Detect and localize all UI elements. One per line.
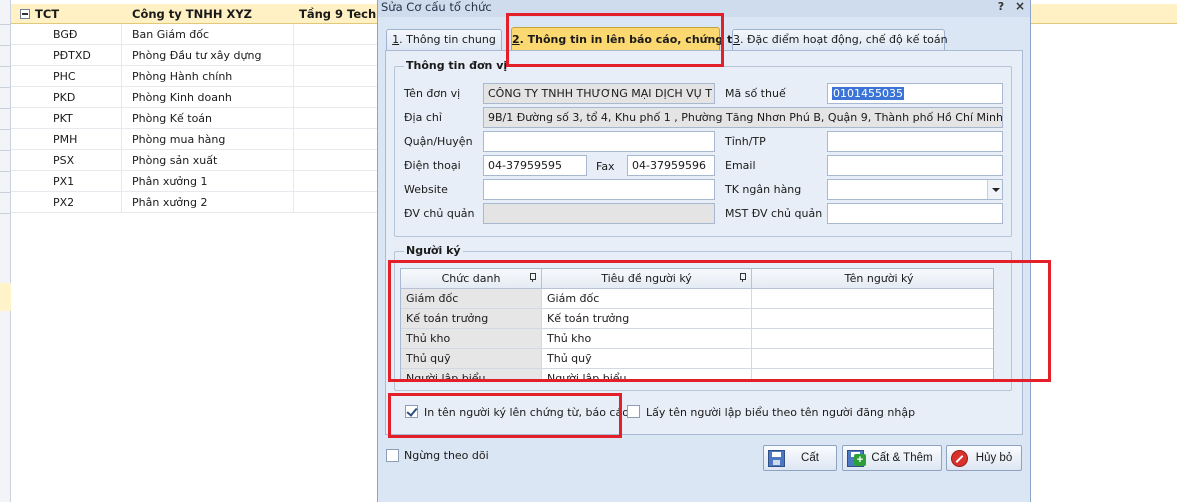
save-icon xyxy=(768,450,785,467)
district-field[interactable] xyxy=(483,131,715,152)
row-name: Ban Giám đốc xyxy=(132,28,210,41)
root-code: TCT xyxy=(35,7,60,21)
collapse-icon[interactable] xyxy=(20,9,30,19)
table-row[interactable]: PKD Phòng Kinh doanh xyxy=(11,87,377,108)
website-label: Website xyxy=(404,183,448,196)
save-add-icon xyxy=(847,450,866,467)
row-code: PSX xyxy=(53,154,75,167)
signers-title: Người ký xyxy=(404,244,463,257)
table-row[interactable]: BGĐ Ban Giám đốc xyxy=(11,24,377,45)
province-field[interactable] xyxy=(827,131,1003,152)
save-and-add-button[interactable]: Cất & Thêm xyxy=(842,445,942,471)
table-row[interactable]: PKT Phòng Kế toán xyxy=(11,108,377,129)
row-name: Phòng Hành chính xyxy=(132,70,233,83)
chevron-down-icon[interactable] xyxy=(987,180,1002,199)
use-login-name-label[interactable]: Lấy tên người lập biểu theo tên người đă… xyxy=(646,406,915,420)
parent-unit-field[interactable] xyxy=(483,203,715,224)
tab-operating-features[interactable]: 3. Đặc điểm hoạt động, chế độ kế toán xyxy=(732,29,948,50)
table-row[interactable]: PX1 Phân xưởng 1 xyxy=(11,171,377,192)
tax-code-label: Mã số thuế xyxy=(725,87,786,100)
address-field[interactable]: 9B/1 Đường số 3, tổ 4, Khu phố 1 , Phườn… xyxy=(483,107,1003,128)
parent-tax-field[interactable] xyxy=(827,203,1003,224)
unit-info-group: Thông tin đơn vị Tên đơn vị CÔNG TY TNHH… xyxy=(394,59,1012,237)
table-row[interactable]: PX2 Phân xưởng 2 xyxy=(11,192,377,213)
tax-code-field[interactable]: 0101455035 xyxy=(827,83,1003,104)
row-name: Phòng mua hàng xyxy=(132,133,226,146)
row-name: Phân xưởng 2 xyxy=(132,196,208,209)
table-row[interactable]: PMH Phòng mua hàng xyxy=(11,129,377,150)
cancel-icon xyxy=(951,450,968,467)
email-label: Email xyxy=(725,159,756,172)
row-code: PMH xyxy=(53,133,78,146)
table-row[interactable]: PSX Phòng sản xuất xyxy=(11,150,377,171)
root-address: Tầng 9 Techno xyxy=(299,7,379,21)
row-name: Phòng Kế toán xyxy=(132,112,213,125)
phone-label: Điện thoại xyxy=(404,159,461,172)
help-icon[interactable]: ? xyxy=(995,0,1007,13)
highlight-box-signers xyxy=(388,260,1051,382)
parent-unit-label: ĐV chủ quản xyxy=(404,207,475,220)
dialog-title: Sửa Cơ cấu tổ chức xyxy=(381,0,492,14)
email-field[interactable] xyxy=(827,155,1003,176)
bank-account-combo[interactable] xyxy=(827,179,1003,200)
tab-general-info[interactable]: 1. Thông tin chung xyxy=(386,29,502,50)
fax-label: Fax xyxy=(596,160,615,173)
row-name: Phân xưởng 1 xyxy=(132,175,208,188)
table-row[interactable]: PĐTXD Phòng Đầu tư xây dựng xyxy=(11,45,377,66)
table-row[interactable]: PHC Phòng Hành chính xyxy=(11,66,377,87)
unit-name-label: Tên đơn vị xyxy=(404,87,461,100)
parent-tax-label: MST ĐV chủ quản xyxy=(725,207,823,220)
bank-account-label: TK ngân hàng xyxy=(725,183,802,196)
website-field[interactable] xyxy=(483,179,715,200)
row-code: PX1 xyxy=(53,175,75,188)
stop-tracking-label[interactable]: Ngừng theo dõi xyxy=(404,449,489,463)
root-name: Công ty TNHH XYZ xyxy=(132,7,253,21)
row-code: PKT xyxy=(53,112,73,125)
use-login-name-checkbox[interactable] xyxy=(627,405,640,418)
province-label: Tỉnh/TP xyxy=(725,135,766,148)
unit-name-field[interactable]: CÔNG TY TNHH THƯƠNG MẠI DỊCH VỤ T xyxy=(483,83,715,104)
highlight-box-tab xyxy=(506,13,724,67)
row-code: PX2 xyxy=(53,196,75,209)
phone-field[interactable]: 04-37959595 xyxy=(483,155,587,176)
close-icon[interactable]: × xyxy=(1014,0,1026,13)
row-code: PHC xyxy=(53,70,76,83)
address-label: Địa chỉ xyxy=(404,111,442,124)
row-code: PĐTXD xyxy=(53,49,91,62)
row-name: Phòng sản xuất xyxy=(132,154,218,167)
row-name: Phòng Đầu tư xây dựng xyxy=(132,49,262,62)
cancel-button[interactable]: Hủy bỏ xyxy=(946,445,1022,471)
row-code: BGĐ xyxy=(53,28,78,41)
save-button[interactable]: Cất xyxy=(763,445,837,471)
stop-tracking-checkbox[interactable] xyxy=(386,449,399,462)
unit-info-title: Thông tin đơn vị xyxy=(404,59,510,72)
row-indicator-strip xyxy=(0,0,11,502)
row-name: Phòng Kinh doanh xyxy=(132,91,232,104)
district-label: Quận/Huyện xyxy=(404,135,473,148)
highlight-box-checkbox xyxy=(388,393,622,438)
fax-field[interactable]: 04-37959596 xyxy=(627,155,715,176)
row-code: PKD xyxy=(53,91,76,104)
